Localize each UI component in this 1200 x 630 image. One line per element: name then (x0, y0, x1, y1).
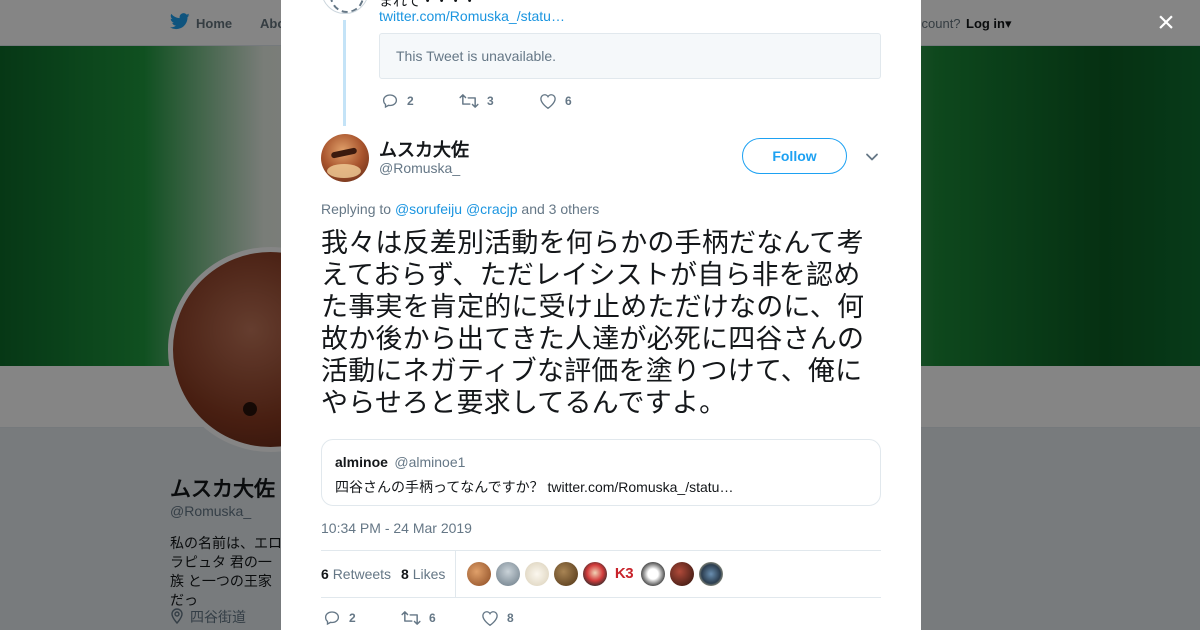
reply-icon (323, 609, 341, 627)
previous-tweet-avatar[interactable] (321, 0, 369, 14)
liker-avatar[interactable] (467, 562, 491, 586)
close-button[interactable]: × (1152, 8, 1180, 38)
follow-button[interactable]: Follow (742, 138, 847, 174)
liker-avatar[interactable]: K3 (612, 562, 636, 586)
quoted-tweet[interactable]: alminoe @alminoe1 四谷さんの手柄ってなんですか？ twitte… (321, 439, 881, 506)
tweet-actions: 2 6 8 (323, 609, 514, 627)
replying-prefix: Replying to (321, 201, 392, 217)
liker-avatar[interactable] (496, 562, 520, 586)
thread-connector-line (343, 20, 346, 126)
retweets-stat-label: Retweets (332, 566, 392, 582)
quoted-author-name: alminoe (335, 454, 388, 470)
liker-avatar[interactable] (554, 562, 578, 586)
unavailable-tweet-box: This Tweet is unavailable. (379, 33, 881, 79)
like-action[interactable]: 8 (481, 610, 514, 627)
author-handle[interactable]: @Romuska_ (379, 160, 460, 176)
retweet-count: 3 (487, 94, 494, 108)
chevron-down-icon[interactable] (865, 150, 879, 164)
heart-icon (539, 93, 557, 110)
retweets-stat[interactable]: 6 Retweets (321, 566, 391, 582)
liker-avatar[interactable] (525, 562, 549, 586)
replying-others[interactable]: and 3 others (521, 201, 599, 217)
reply-icon (381, 92, 399, 110)
likes-stat[interactable]: 8 Likes (401, 566, 445, 582)
retweet-icon (459, 92, 479, 110)
retweet-action[interactable]: 3 (459, 92, 539, 110)
author-name[interactable]: ムスカ大佐 (379, 136, 469, 162)
heart-icon (481, 610, 499, 627)
previous-tweet-actions: 2 3 6 (381, 92, 572, 110)
retweet-count: 6 (429, 611, 436, 625)
reply-action[interactable]: 2 (323, 609, 401, 627)
author-avatar[interactable] (321, 134, 369, 182)
stats-divider (455, 551, 456, 598)
tweet-modal: まれて・・・・ twitter.com/Romuska_/statu… This… (281, 0, 921, 630)
previous-tweet-link[interactable]: twitter.com/Romuska_/statu… (379, 8, 565, 24)
liker-avatar[interactable] (699, 562, 723, 586)
quoted-author-handle: @alminoe1 (394, 454, 466, 470)
retweet-action[interactable]: 6 (401, 609, 481, 627)
like-action[interactable]: 6 (539, 93, 572, 110)
tweet-timestamp[interactable]: 10:34 PM - 24 Mar 2019 (321, 520, 472, 536)
retweet-icon (401, 609, 421, 627)
like-count: 8 (507, 611, 514, 625)
replying-to-line: Replying to @sorufeiju @cracjp and 3 oth… (321, 201, 599, 217)
tweet-text: 我々は反差別活動を何らかの手柄だなんて考えておらず、ただレイシストが自ら非を認め… (321, 228, 865, 418)
liker-avatar[interactable] (583, 562, 607, 586)
mention-link[interactable]: @sorufeiju (395, 201, 462, 217)
tweet-stats: 6 Retweets 8 Likes K3 (321, 550, 881, 598)
liker-avatar[interactable] (641, 562, 665, 586)
likes-stat-count: 8 (401, 566, 409, 582)
reply-count: 2 (349, 611, 356, 625)
liker-avatar[interactable] (670, 562, 694, 586)
reply-count: 2 (407, 94, 414, 108)
like-count: 6 (565, 94, 572, 108)
reply-action[interactable]: 2 (381, 92, 459, 110)
mention-link[interactable]: @cracjp (466, 201, 518, 217)
likes-stat-label: Likes (412, 566, 446, 582)
retweets-stat-count: 6 (321, 566, 329, 582)
quoted-tweet-text: 四谷さんの手柄ってなんですか？ twitter.com/Romuska_/sta… (335, 479, 734, 495)
